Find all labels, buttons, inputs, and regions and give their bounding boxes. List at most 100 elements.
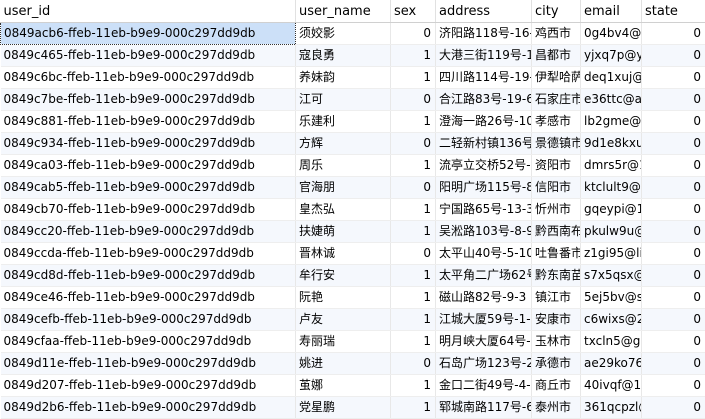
cell-user-name[interactable]: 扶婕萌	[295, 220, 391, 243]
cell-address[interactable]: 合江路83号-19-6	[435, 88, 532, 111]
cell-city[interactable]: 黔东南苗	[531, 264, 581, 287]
cell-email[interactable]: lb2gme@s	[580, 110, 642, 133]
table-row[interactable]: 0849cd8d-ffeb-11eb-b9e9-000c297dd9db 牟行安 1…	[0, 264, 705, 287]
cell-city[interactable]: 玉林市	[531, 330, 581, 353]
cell-city[interactable]: 忻州市	[531, 198, 581, 221]
table-row[interactable]: 0849acb6-ffeb-11eb-b9e9-000c297dd9db 须姣影 0…	[0, 22, 705, 45]
cell-user-id[interactable]: 0849ce46-ffeb-11eb-b9e9-000c297dd9db	[0, 286, 296, 309]
cell-user-name[interactable]: 皇杰弘	[295, 198, 391, 221]
cell-email[interactable]: yjxq7p@ya	[580, 44, 642, 67]
cell-user-id[interactable]: 0849cefb-ffeb-11eb-b9e9-000c297dd9db	[0, 308, 296, 331]
cell-city[interactable]: 昌都市	[531, 44, 581, 67]
table-row[interactable]: 0849cab5-ffeb-11eb-b9e9-000c297dd9db 官海朋 0…	[0, 176, 705, 199]
cell-user-id[interactable]: 0849c881-ffeb-11eb-b9e9-000c297dd9db	[0, 110, 296, 133]
cell-address[interactable]: 吴淞路103号-8-9	[435, 220, 532, 243]
cell-city[interactable]: 镇江市	[531, 286, 581, 309]
cell-state[interactable]: 0	[641, 352, 705, 375]
cell-city[interactable]: 资阳市	[531, 154, 581, 177]
cell-city[interactable]: 吐鲁番市	[531, 242, 581, 265]
cell-state[interactable]: 0	[641, 154, 705, 177]
table-row[interactable]: 0849c934-ffeb-11eb-b9e9-000c297dd9db 方辉 0 二…	[0, 132, 705, 155]
cell-email[interactable]: 361qcpzl@	[580, 396, 642, 419]
cell-user-name[interactable]: 党星鹏	[295, 396, 391, 419]
cell-user-name[interactable]: 周乐	[295, 154, 391, 177]
result-grid[interactable]: user_id user_name sex address city email…	[0, 0, 705, 419]
cell-email[interactable]: dmrs5r@1	[580, 154, 642, 177]
table-row[interactable]: 0849cfaa-ffeb-11eb-b9e9-000c297dd9db 寿丽瑞 1…	[0, 330, 705, 353]
cell-user-name[interactable]: 养妹韵	[295, 66, 391, 89]
cell-city[interactable]: 信阳市	[531, 176, 581, 199]
cell-user-id[interactable]: 0849d2b6-ffeb-11eb-b9e9-000c297dd9db	[0, 396, 296, 419]
table-row[interactable]: 0849ca03-ffeb-11eb-b9e9-000c297dd9db 周乐 1 流…	[0, 154, 705, 177]
cell-email[interactable]: z1gi95@liv	[580, 242, 642, 265]
cell-city[interactable]: 商丘市	[531, 374, 581, 397]
cell-address[interactable]: 澄海一路26号-10	[435, 110, 532, 133]
cell-user-name[interactable]: 方辉	[295, 132, 391, 155]
cell-address[interactable]: 郓城南路117号-6	[435, 396, 532, 419]
cell-sex[interactable]: 1	[390, 374, 436, 397]
column-header-email[interactable]: email	[580, 0, 642, 23]
table-row[interactable]: 0849d2b6-ffeb-11eb-b9e9-000c297dd9db 党星鹏 1…	[0, 396, 705, 419]
cell-address[interactable]: 江城大厦59号-1-2	[435, 308, 532, 331]
cell-address[interactable]: 明月峡大厦64号-	[435, 330, 532, 353]
cell-email[interactable]: pkulw9u@	[580, 220, 642, 243]
cell-sex[interactable]: 1	[390, 66, 436, 89]
cell-user-name[interactable]: 官海朋	[295, 176, 391, 199]
cell-user-id[interactable]: 0849acb6-ffeb-11eb-b9e9-000c297dd9db	[0, 22, 296, 45]
cell-address[interactable]: 济阳路118号-16-	[435, 22, 532, 45]
cell-email[interactable]: 9d1e8kxu(	[580, 132, 642, 155]
cell-email[interactable]: txcln5@gc	[580, 330, 642, 353]
column-header-address[interactable]: address	[435, 0, 532, 23]
cell-user-name[interactable]: 晋林诚	[295, 242, 391, 265]
cell-sex[interactable]: 0	[390, 242, 436, 265]
cell-email[interactable]: gqeypi@1	[580, 198, 642, 221]
cell-user-id[interactable]: 0849d207-ffeb-11eb-b9e9-000c297dd9db	[0, 374, 296, 397]
cell-city[interactable]: 承德市	[531, 352, 581, 375]
column-header-user-name[interactable]: user_name	[295, 0, 391, 23]
table-row[interactable]: 0849ccda-ffeb-11eb-b9e9-000c297dd9db 晋林诚 0…	[0, 242, 705, 265]
cell-state[interactable]: 0	[641, 198, 705, 221]
cell-user-id[interactable]: 0849cd8d-ffeb-11eb-b9e9-000c297dd9db	[0, 264, 296, 287]
cell-email[interactable]: ktclult9@s	[580, 176, 642, 199]
cell-state[interactable]: 0	[641, 374, 705, 397]
cell-city[interactable]: 孝感市	[531, 110, 581, 133]
cell-sex[interactable]: 0	[390, 132, 436, 155]
table-row[interactable]: 0849ce46-ffeb-11eb-b9e9-000c297dd9db 阮艳 1 磁…	[0, 286, 705, 309]
table-row[interactable]: 0849c7be-ffeb-11eb-b9e9-000c297dd9db 江可 0 合…	[0, 88, 705, 111]
cell-address[interactable]: 四川路114号-19-	[435, 66, 532, 89]
cell-state[interactable]: 0	[641, 176, 705, 199]
cell-email[interactable]: deq1xuj@	[580, 66, 642, 89]
cell-state[interactable]: 0	[641, 396, 705, 419]
cell-sex[interactable]: 1	[390, 44, 436, 67]
table-row[interactable]: 0849cb70-ffeb-11eb-b9e9-000c297dd9db 皇杰弘 1…	[0, 198, 705, 221]
cell-user-name[interactable]: 阮艳	[295, 286, 391, 309]
column-header-user-id[interactable]: user_id	[0, 0, 296, 23]
cell-sex[interactable]: 0	[390, 22, 436, 45]
cell-email[interactable]: ae29ko76	[580, 352, 642, 375]
cell-user-name[interactable]: 须姣影	[295, 22, 391, 45]
cell-sex[interactable]: 1	[390, 286, 436, 309]
cell-user-id[interactable]: 0849cab5-ffeb-11eb-b9e9-000c297dd9db	[0, 176, 296, 199]
cell-user-name[interactable]: 寇良勇	[295, 44, 391, 67]
cell-state[interactable]: 0	[641, 264, 705, 287]
cell-sex[interactable]: 0	[390, 176, 436, 199]
cell-state[interactable]: 0	[641, 88, 705, 111]
cell-city[interactable]: 泰州市	[531, 396, 581, 419]
cell-sex[interactable]: 0	[390, 352, 436, 375]
table-row[interactable]: 0849c465-ffeb-11eb-b9e9-000c297dd9db 寇良勇 1…	[0, 44, 705, 67]
cell-state[interactable]: 0	[641, 286, 705, 309]
cell-user-id[interactable]: 0849ca03-ffeb-11eb-b9e9-000c297dd9db	[0, 154, 296, 177]
table-row[interactable]: 0849c881-ffeb-11eb-b9e9-000c297dd9db 乐建利 1…	[0, 110, 705, 133]
cell-address[interactable]: 流亭立交桥52号-	[435, 154, 532, 177]
cell-state[interactable]: 0	[641, 22, 705, 45]
cell-sex[interactable]: 1	[390, 198, 436, 221]
cell-state[interactable]: 0	[641, 110, 705, 133]
cell-address[interactable]: 磁山路82号-9-3	[435, 286, 532, 309]
cell-address[interactable]: 太平山40号-5-10	[435, 242, 532, 265]
cell-sex[interactable]: 1	[390, 264, 436, 287]
cell-address[interactable]: 阳明广场115号-8	[435, 176, 532, 199]
cell-user-name[interactable]: 乐建利	[295, 110, 391, 133]
cell-state[interactable]: 0	[641, 308, 705, 331]
cell-sex[interactable]: 1	[390, 308, 436, 331]
cell-email[interactable]: c6wixs@26	[580, 308, 642, 331]
